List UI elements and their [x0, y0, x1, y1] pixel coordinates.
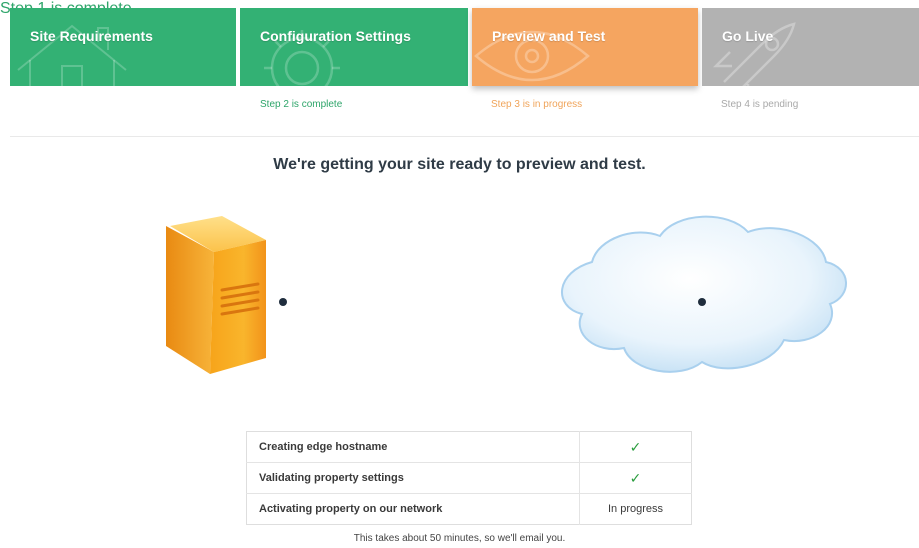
- step-go-live[interactable]: Go Live: [702, 8, 919, 86]
- cloud-icon: [560, 215, 847, 373]
- connection-dot-left: [279, 298, 287, 306]
- connection-dot-right: [698, 298, 706, 306]
- connection-illustration: [166, 215, 847, 374]
- rocket-icon: [712, 22, 796, 86]
- gear-icon: [264, 30, 340, 86]
- house-icon: [17, 24, 127, 86]
- eye-icon: [474, 30, 590, 82]
- task-label: Activating property on our network: [246, 493, 580, 525]
- table-row: Creating edge hostname ✓: [246, 431, 692, 463]
- progress-steps: Site Requirements Step 1 is complete Con…: [0, 0, 919, 140]
- checkmark-icon: ✓: [629, 438, 642, 455]
- divider: [10, 136, 919, 137]
- table-row: Validating property settings ✓: [246, 462, 692, 494]
- table-row: Activating property on our network In pr…: [246, 493, 692, 525]
- task-status: ✓: [580, 432, 692, 463]
- step-title: Configuration Settings: [260, 28, 411, 44]
- activation-status-table: Creating edge hostname ✓ Validating prop…: [246, 431, 692, 525]
- checkmark-icon: ✓: [629, 469, 642, 486]
- step-title: Preview and Test: [492, 28, 606, 44]
- task-label: Creating edge hostname: [246, 431, 580, 463]
- step-preview-and-test[interactable]: Preview and Test: [472, 8, 698, 86]
- step-status-text: Step 3 is in progress: [491, 99, 583, 110]
- step-title: Site Requirements: [30, 28, 153, 44]
- step-status-text: Step 2 is complete: [260, 99, 343, 110]
- step-title: Go Live: [722, 28, 774, 44]
- task-status: In progress: [579, 493, 692, 525]
- step-configuration-settings[interactable]: Configuration Settings: [240, 8, 468, 86]
- footer-note: This takes about 50 minutes, so we'll em…: [353, 533, 566, 544]
- task-status: ✓: [579, 462, 692, 494]
- server-icon: [166, 216, 266, 374]
- page-headline: We're getting your site ready to preview…: [273, 156, 646, 173]
- task-label: Validating property settings: [246, 462, 580, 494]
- step-status-text: Step 4 is pending: [721, 99, 799, 110]
- setup-wizard-page: Site Requirements Step 1 is complete Con…: [0, 0, 919, 548]
- step-site-requirements[interactable]: Site Requirements: [10, 8, 236, 86]
